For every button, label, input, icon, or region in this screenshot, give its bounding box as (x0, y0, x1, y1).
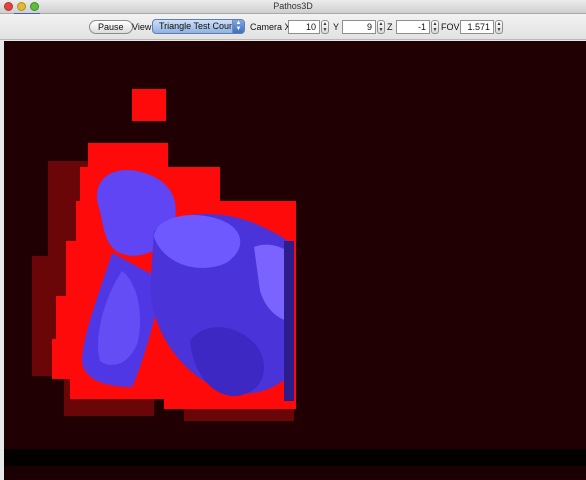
camera-x-stepper-icon[interactable]: ▲ ▼ (321, 20, 329, 34)
pause-button[interactable]: Pause (89, 20, 133, 34)
render-viewport[interactable] (4, 41, 586, 480)
camera-z-label: Z (387, 22, 393, 32)
title-bar: Pathos3D (0, 0, 586, 14)
camera-y-stepper-icon[interactable]: ▲ ▼ (377, 20, 385, 34)
window-title: Pathos3D (273, 1, 313, 11)
fov-stepper-icon[interactable]: ▲ ▼ (495, 20, 503, 34)
chevron-updown-icon: ▲ ▼ (232, 20, 244, 33)
floor-strip (4, 466, 586, 480)
view-select[interactable]: Triangle Test Count ▲ ▼ (152, 19, 245, 34)
view-label: View (132, 22, 152, 32)
render-canvas (4, 41, 586, 480)
view-select-value: Triangle Test Count (159, 21, 237, 31)
toolbar: Pause View Triangle Test Count ▲ ▼ Camera… (0, 14, 586, 40)
camera-z-stepper-icon[interactable]: ▲ ▼ (431, 20, 439, 34)
camera-z-field[interactable]: -1 (396, 20, 430, 34)
fov-label: FOV (441, 22, 460, 32)
fov-field[interactable]: 1.571 (460, 20, 494, 34)
camera-y-label: Y (333, 22, 340, 32)
camera-x-field[interactable]: 10 (288, 20, 320, 34)
camera-x-label: Camera X (250, 22, 291, 32)
camera-y-field[interactable]: 9 (342, 20, 376, 34)
app-window: Pathos3D Pause View Triangle Test Count … (0, 0, 586, 480)
